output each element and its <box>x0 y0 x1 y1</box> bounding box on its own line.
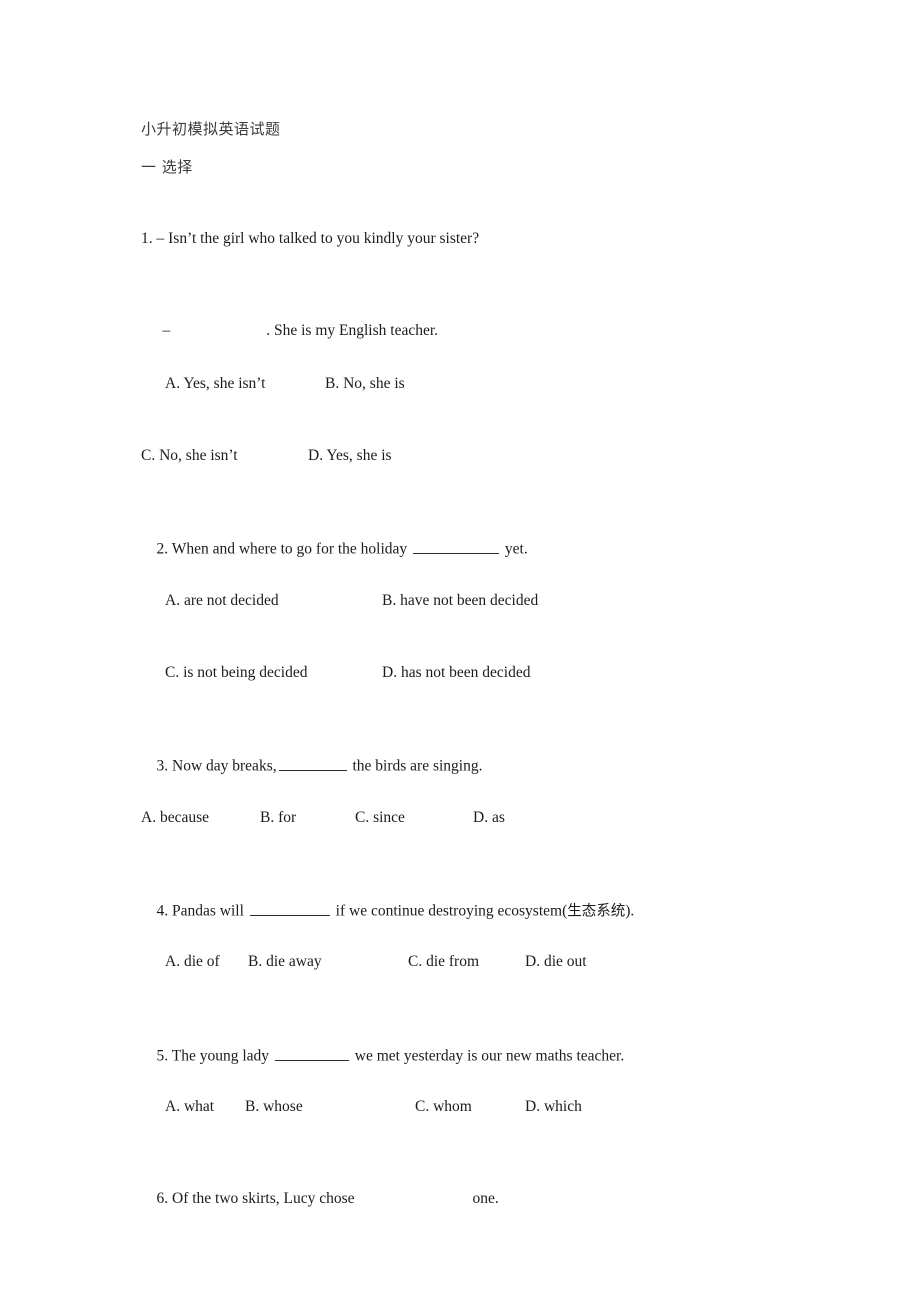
question-3-option-b[interactable]: B. for <box>260 808 296 828</box>
question-1-option-d[interactable]: D. Yes, she is <box>308 446 392 466</box>
question-4-option-a[interactable]: A. die of <box>165 952 220 972</box>
document-page: 小升初模拟英语试题 一 选择 1. – Isn’t the girl who t… <box>0 0 920 1302</box>
question-5-option-a[interactable]: A. what <box>165 1097 214 1117</box>
question-5-stem-after-blank: we met yesterday is our new maths teache… <box>350 1047 625 1065</box>
question-2-option-b[interactable]: B. have not been decided <box>382 591 538 611</box>
question-2-option-a[interactable]: A. are not decided <box>165 591 279 611</box>
question-4-stem-after-blank: if we continue destroying ecosystem( <box>331 902 568 920</box>
question-2-stem: 2. When and where to go for the holiday … <box>141 518 528 580</box>
question-3-answer-blank[interactable] <box>278 755 347 771</box>
question-5-option-b[interactable]: B. whose <box>245 1097 303 1117</box>
question-3-stem: 3. Now day breaks, the birds are singing… <box>141 735 483 797</box>
question-3-option-a[interactable]: A. because <box>141 808 209 828</box>
question-5-stem: 5. The young lady we met yesterday is ou… <box>141 1025 625 1087</box>
question-3-stem-after-blank: the birds are singing. <box>348 757 483 775</box>
document-title: 小升初模拟英语试题 <box>141 120 281 138</box>
question-3-option-d[interactable]: D. as <box>473 808 505 828</box>
question-1-stem-line-1: 1. – Isn’t the girl who talked to you ki… <box>141 230 480 247</box>
question-5-answer-blank[interactable] <box>274 1045 349 1061</box>
question-5-option-d[interactable]: D. which <box>525 1097 582 1117</box>
question-1-stem-line-2-tail: . She is my English teacher. <box>266 322 439 339</box>
question-6-stem: 6. Of the two skirts, Lucy chose one. <box>141 1169 499 1229</box>
question-1-answer-dash: – <box>162 322 171 339</box>
question-4-stem: 4. Pandas will if we continue destroying… <box>141 880 635 942</box>
question-1-stem-line-2: – . She is my English teacher. <box>147 301 439 361</box>
question-4-chinese-gloss: 生态系统 <box>567 903 626 920</box>
question-2-stem-after-blank: yet. <box>501 540 528 558</box>
question-4-option-b[interactable]: B. die away <box>248 952 322 972</box>
question-4-option-d[interactable]: D. die out <box>525 952 587 972</box>
question-5-option-c[interactable]: C. whom <box>415 1097 472 1117</box>
section-heading: 一 选择 <box>141 158 193 176</box>
question-1-option-b[interactable]: B. No, she is <box>325 374 405 394</box>
question-2-option-d[interactable]: D. has not been decided <box>382 663 531 683</box>
question-3-stem-before-blank: 3. Now day breaks, <box>156 757 277 775</box>
question-1-option-a[interactable]: A. Yes, she isn’t <box>165 374 266 394</box>
question-6-stem-after-blank: one. <box>472 1190 499 1207</box>
question-2-stem-before-blank: 2. When and where to go for the holiday <box>156 540 412 558</box>
question-4-stem-tail: ). <box>625 902 635 920</box>
question-6-stem-before-blank: 6. Of the two skirts, Lucy chose <box>156 1190 355 1207</box>
question-1-option-c[interactable]: C. No, she isn’t <box>141 446 238 466</box>
question-4-answer-blank[interactable] <box>249 900 330 916</box>
question-2-answer-blank[interactable] <box>413 538 500 554</box>
question-4-stem-before-blank: 4. Pandas will <box>156 902 248 920</box>
question-5-stem-before-blank: 5. The young lady <box>156 1047 273 1065</box>
question-2-option-c[interactable]: C. is not being decided <box>165 663 308 683</box>
question-3-option-c[interactable]: C. since <box>355 808 405 828</box>
question-4-option-c[interactable]: C. die from <box>408 952 479 972</box>
